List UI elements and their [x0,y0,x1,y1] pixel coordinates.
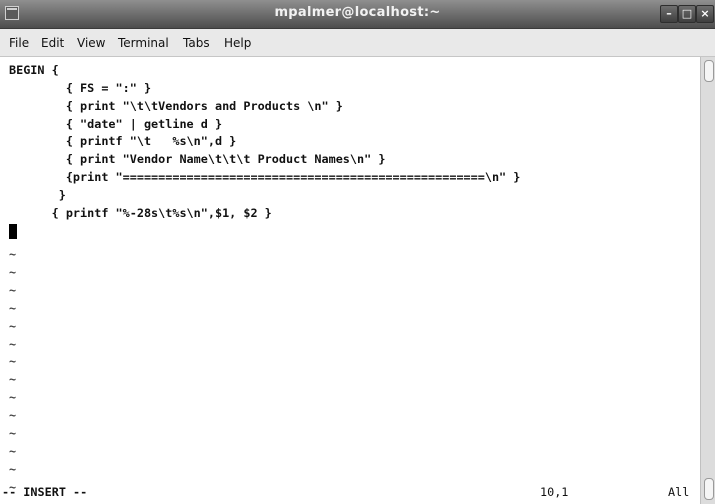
code-line: { printf "\t %s\n",d } [9,134,237,148]
code-line: } [9,188,66,202]
vertical-scrollbar[interactable] [700,57,715,504]
menu-file[interactable]: File [9,36,29,50]
vim-status-line: -- INSERT -- 10,1 All [0,485,700,501]
code-line: { printf "%-28s\t%s\n",$1, $2 } [9,206,272,220]
menu-tabs[interactable]: Tabs [183,36,210,50]
empty-line-tilde: ~ [9,282,17,297]
minimize-button[interactable]: – [660,5,678,23]
empty-line-tilde: ~ [9,318,17,333]
window-title: mpalmer@localhost:~ [274,5,441,20]
maximize-icon: □ [681,7,693,20]
text-cursor [9,224,17,239]
window-titlebar[interactable]: mpalmer@localhost:~ – □ × [0,0,715,29]
mode-indicator: -- INSERT -- [2,485,88,499]
empty-line-tilde: ~ [9,426,17,440]
code-line: { "date" | getline d } [9,117,223,131]
minimize-icon: – [666,7,672,20]
code-line: { print "\t\tVendors and Products \n" } [9,99,343,113]
empty-line-tilde: ~ [9,443,17,458]
close-icon: × [700,7,710,20]
empty-line-tilde: ~ [9,264,17,279]
menu-edit[interactable]: Edit [41,36,64,50]
cursor-position: 10,1 [540,485,569,499]
menu-help[interactable]: Help [224,36,251,50]
empty-line-tilde: ~ [9,336,17,351]
empty-line-tilde: ~ [9,247,17,261]
maximize-button[interactable]: □ [678,5,696,23]
menu-bar: File Edit View Terminal Tabs Help [0,29,715,57]
menu-terminal[interactable]: Terminal [118,36,169,50]
code-line: {print "================================… [9,170,521,184]
empty-line-tilde: ~ [9,300,17,315]
scrollbar-thumb[interactable] [704,60,714,82]
scroll-percent: All [668,485,690,499]
code-line: { FS = ":" } [9,81,152,95]
empty-line-tilde: ~ [9,408,17,423]
close-button[interactable]: × [696,5,714,23]
empty-line-tilde: ~ [9,372,17,387]
terminal-area[interactable]: BEGIN { { FS = ":" } { print "\t\tVendor… [0,57,700,504]
empty-line-tilde: ~ [9,354,17,369]
menu-view[interactable]: View [77,36,105,50]
code-line: { print "Vendor Name\t\t\t Product Names… [9,152,386,166]
empty-line-tilde: ~ [9,390,17,405]
scrollbar-end-cap[interactable] [704,478,714,500]
empty-line-tilde: ~ [9,461,17,476]
code-line: BEGIN { [9,63,59,77]
